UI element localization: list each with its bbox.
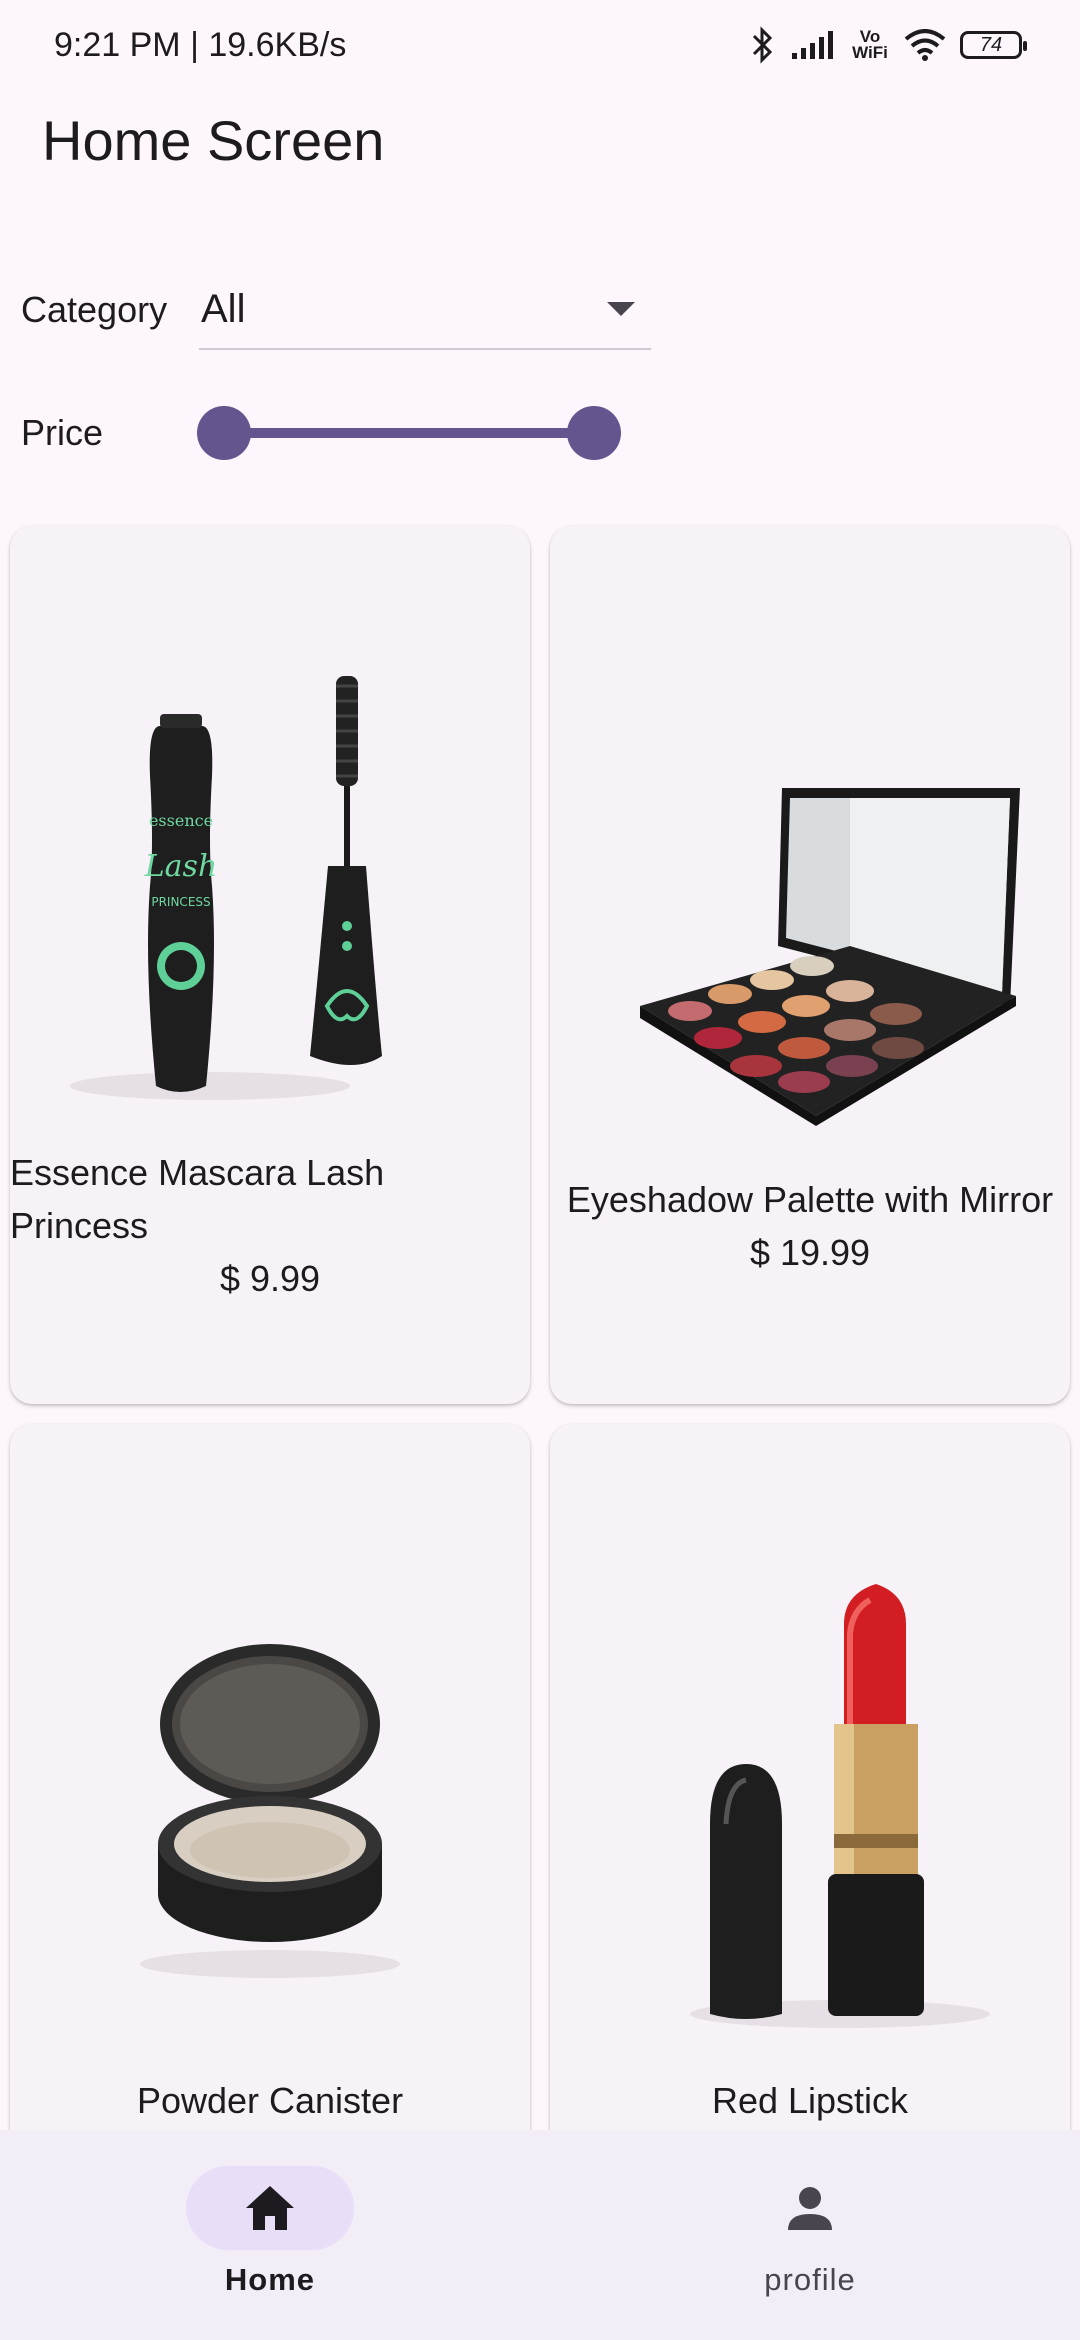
product-price: $ 9.99 [219,1258,321,1299]
category-label: Category [21,289,168,330]
battery-icon: 74 [960,31,1027,59]
page-title: Home Screen [42,109,385,172]
price-label: Price [21,412,104,453]
slider-max-thumb[interactable] [567,406,621,460]
powder-canister-image [140,1644,400,1978]
category-filter: Category All [21,270,651,350]
home-icon [246,2186,294,2230]
signal-icon [792,31,833,59]
status-bar: 9:21 PM | 19.6KB/s Vo WiFi 74 [0,0,1080,90]
dropdown-arrow-icon [607,302,635,316]
price-filter: Price [21,400,621,466]
svg-text:Lash: Lash [144,849,218,884]
eyeshadow-palette-image [640,788,1020,1126]
product-card[interactable]: essence Lash PRINCESS Essence Mascara La… [10,526,530,1404]
bluetooth-icon [752,26,773,64]
person-icon [788,2187,832,2230]
product-title: Essence Mascara Lash Princess [10,1152,385,1246]
nav-label-profile: profile [764,2262,856,2297]
product-price: $ 19.99 [749,1232,871,1273]
battery-level: 74 [979,33,1003,56]
mascara-image: essence Lash PRINCESS [70,676,382,1100]
price-range-slider[interactable] [197,400,621,466]
svg-text:PRINCESS: PRINCESS [151,895,210,909]
wifi-icon [904,29,946,61]
nav-label-home: Home [224,2262,316,2297]
slider-min-thumb[interactable] [197,406,251,460]
nav-item-profile[interactable]: profile [540,2166,1080,2316]
category-dropdown-value: All [201,286,246,331]
status-icons: Vo WiFi 74 [750,26,1027,64]
product-title: Red Lipstick [711,2080,909,2121]
nav-icon-container [726,2166,894,2250]
vowifi-label: Vo WiFi [852,27,888,62]
red-lipstick-image [690,1584,990,2028]
nav-item-home[interactable]: Home [0,2166,540,2316]
status-time: 9:21 PM | 19.6KB/s [54,25,347,64]
nav-active-indicator [186,2166,354,2250]
slider-track [221,428,595,438]
bottom-navigation: Home profile [0,2130,1080,2340]
product-card[interactable]: Eyeshadow Palette with Mirror $ 19.99 [550,526,1070,1404]
svg-text:essence: essence [149,811,213,830]
product-title: Powder Canister [136,2080,404,2121]
product-title: Eyeshadow Palette with Mirror [566,1179,1054,1220]
category-dropdown[interactable]: All [199,270,651,350]
